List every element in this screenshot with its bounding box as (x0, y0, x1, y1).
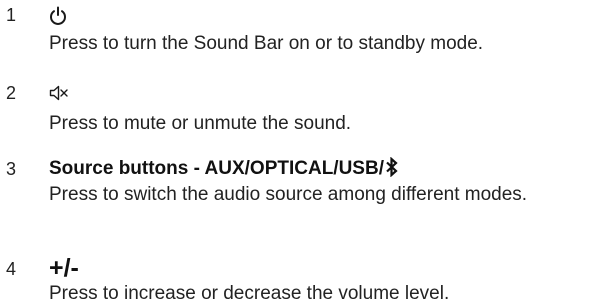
mute-icon (49, 85, 69, 101)
item-description: Press to switch the audio source among d… (49, 184, 528, 205)
item-heading-text: Source buttons - AUX/OPTICAL/USB/ (49, 158, 384, 179)
item-heading: Source buttons - AUX/OPTICAL/USB/ (49, 156, 399, 185)
item-description: Press to mute or unmute the sound. (49, 113, 352, 134)
bluetooth-icon (385, 156, 399, 185)
item-number: 1 (6, 5, 17, 25)
item-heading: +/- (49, 254, 79, 282)
item-number: 3 (6, 159, 17, 179)
item-description: Press to increase or decrease the volume… (49, 283, 450, 304)
item-description: Press to turn the Sound Bar on or to sta… (49, 33, 484, 54)
power-icon (49, 6, 67, 26)
item-number: 2 (6, 83, 17, 103)
item-number: 4 (6, 259, 17, 279)
